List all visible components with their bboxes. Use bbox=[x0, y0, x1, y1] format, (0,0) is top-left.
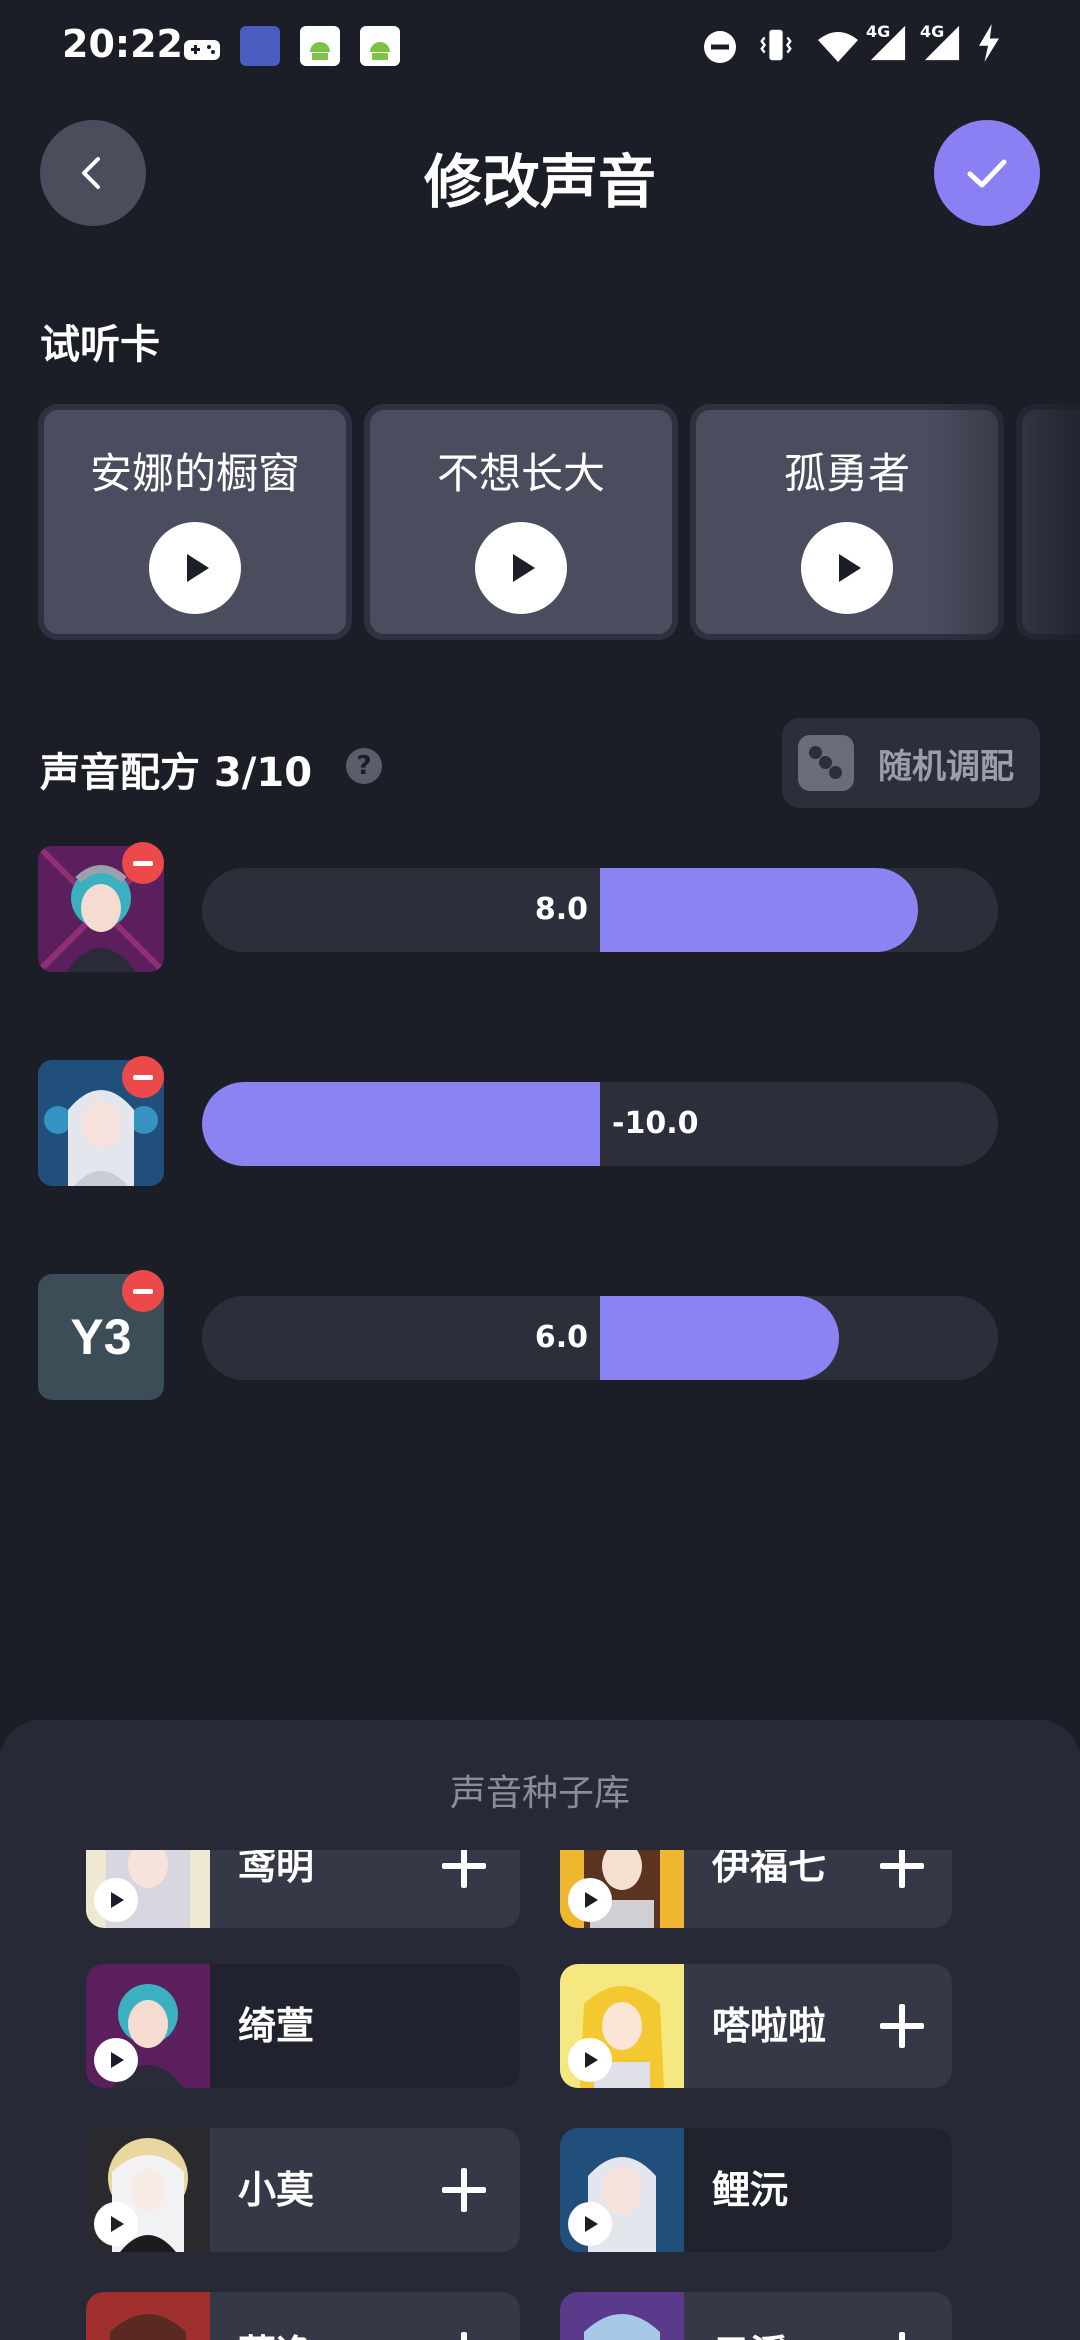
play-icon bbox=[585, 1892, 598, 1908]
random-mix-label: 随机调配 bbox=[878, 746, 1014, 787]
voice-name: 慕逸 bbox=[238, 2292, 314, 2340]
play-icon bbox=[513, 554, 535, 582]
voice-slider-row: Y3 6.0 bbox=[0, 1270, 1080, 1404]
voice-name: 鸢明 bbox=[238, 1850, 315, 1888]
help-icon[interactable]: ? bbox=[346, 748, 382, 784]
gamepad-icon bbox=[184, 40, 220, 60]
preview-card-title: 不想长大 bbox=[436, 449, 605, 498]
random-mix-button[interactable]: 随机调配 bbox=[782, 718, 1040, 808]
voice-thumbnail bbox=[86, 2292, 210, 2340]
play-button[interactable] bbox=[568, 2202, 612, 2246]
recipe-title: 声音配方 3/10 bbox=[40, 750, 313, 796]
play-button[interactable] bbox=[94, 1878, 138, 1922]
wifi-icon bbox=[818, 32, 858, 62]
signal-icon bbox=[924, 25, 960, 61]
charging-icon bbox=[979, 24, 999, 62]
library-item[interactable]: 伊福七 bbox=[560, 1850, 952, 1928]
play-icon bbox=[839, 554, 861, 582]
play-icon bbox=[187, 554, 209, 582]
play-icon bbox=[585, 2216, 598, 2232]
preview-card[interactable]: 安娜的橱窗 bbox=[38, 404, 352, 640]
preview-cards-row[interactable]: 安娜的橱窗 不想长大 孤勇者 bbox=[38, 404, 1080, 640]
android-app-icon bbox=[300, 26, 340, 66]
library-item[interactable]: 绮萱 bbox=[86, 1964, 520, 2088]
voice-name: 嗒啦啦 bbox=[712, 2004, 827, 2048]
status-time: 20:22 bbox=[62, 22, 183, 66]
voice-slider-row: 8.0 bbox=[0, 842, 1080, 976]
add-icon[interactable] bbox=[442, 1850, 486, 1888]
android-app-icon bbox=[360, 26, 400, 66]
play-button[interactable] bbox=[149, 522, 241, 614]
play-button[interactable] bbox=[94, 2202, 138, 2246]
slider-track[interactable] bbox=[202, 868, 998, 952]
library-item[interactable]: 慕逸 bbox=[86, 2292, 520, 2340]
add-icon[interactable] bbox=[880, 2332, 924, 2340]
check-icon bbox=[967, 159, 1007, 188]
slider-track[interactable] bbox=[202, 1296, 998, 1380]
voice-name: 伊福七 bbox=[712, 1850, 827, 1888]
remove-voice-button[interactable] bbox=[122, 1056, 164, 1098]
add-icon[interactable] bbox=[880, 2004, 924, 2048]
do-not-disturb-icon bbox=[704, 31, 736, 63]
slider-fill bbox=[600, 1296, 839, 1380]
section-label-preview: 试听卡 bbox=[40, 322, 160, 368]
voice-name: 鲤沅 bbox=[712, 2168, 789, 2212]
play-icon bbox=[585, 2052, 598, 2068]
library-item[interactable]: 鲤沅 bbox=[560, 2128, 952, 2252]
play-button[interactable] bbox=[475, 522, 567, 614]
play-button[interactable] bbox=[801, 522, 893, 614]
voice-thumbnail bbox=[560, 2292, 684, 2340]
dice-icon bbox=[798, 735, 854, 791]
slider-value: 6.0 bbox=[534, 1320, 588, 1355]
slider-track[interactable] bbox=[202, 1082, 998, 1166]
page-title: 修改声音 bbox=[423, 148, 656, 216]
confirm-button[interactable] bbox=[934, 120, 1040, 226]
slider-fill bbox=[600, 868, 919, 952]
slider-value: 8.0 bbox=[534, 892, 588, 927]
remove-voice-button[interactable] bbox=[122, 842, 164, 884]
play-button[interactable] bbox=[94, 2038, 138, 2082]
voice-library-list[interactable]: 鸢明 伊福七 绮萱 嗒啦啦 小莫 鲤沅 bbox=[0, 1850, 1080, 2340]
library-item[interactable]: 云溪 bbox=[560, 2292, 952, 2340]
preview-card-title: 安娜的橱窗 bbox=[89, 449, 300, 498]
add-icon[interactable] bbox=[880, 1850, 924, 1888]
voice-name: 云溪 bbox=[712, 2292, 788, 2340]
preview-card[interactable]: 不想长大 bbox=[364, 404, 678, 640]
vibrate-icon bbox=[760, 29, 792, 61]
app-notification-icon bbox=[240, 26, 280, 66]
play-button[interactable] bbox=[568, 2038, 612, 2082]
slider-value: -10.0 bbox=[612, 1106, 699, 1141]
add-icon[interactable] bbox=[442, 2168, 486, 2212]
play-icon bbox=[111, 2216, 124, 2232]
add-icon[interactable] bbox=[442, 2332, 486, 2340]
library-item[interactable]: 小莫 bbox=[86, 2128, 520, 2252]
voice-name: 小莫 bbox=[238, 2168, 315, 2212]
voice-name: 绮萱 bbox=[238, 2004, 315, 2048]
sheet-title: 声音种子库 bbox=[449, 1773, 630, 1814]
status-bar: 20:22 4G 4G bbox=[0, 0, 1080, 92]
play-button[interactable] bbox=[568, 1878, 612, 1922]
voice-slider-row: -10.0 bbox=[0, 1056, 1080, 1190]
play-icon bbox=[111, 2052, 124, 2068]
voice-library-sheet: 声音种子库 鸢明 伊福七 绮萱 嗒啦啦 小莫 鲤沅 bbox=[0, 1720, 1080, 2340]
library-item[interactable]: 鸢明 bbox=[86, 1850, 520, 1928]
remove-voice-button[interactable] bbox=[122, 1270, 164, 1312]
slider-fill bbox=[202, 1082, 600, 1166]
cards-fade-overlay bbox=[930, 404, 1080, 640]
signal-icon bbox=[870, 25, 906, 61]
library-item[interactable]: 嗒啦啦 bbox=[560, 1964, 952, 2088]
play-icon bbox=[111, 1892, 124, 1908]
